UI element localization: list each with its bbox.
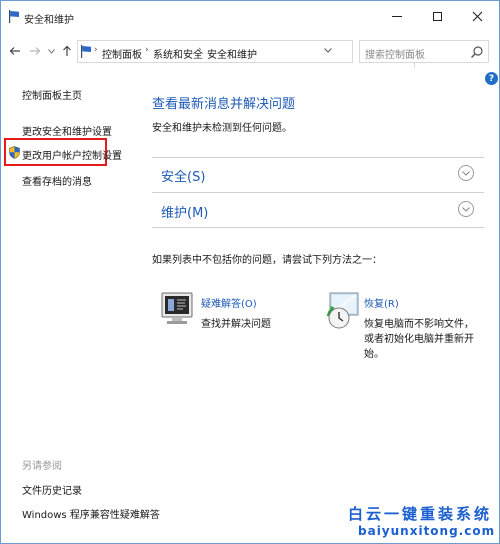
page-title: 查看最新消息并解决问题 xyxy=(152,97,296,112)
expand-maintenance-button[interactable] xyxy=(458,201,474,217)
maximize-button[interactable] xyxy=(417,1,457,31)
address-bar[interactable]: › 控制面板 › 系统和安全 › 安全和维护 xyxy=(77,40,427,68)
left-link-view-archived-messages[interactable]: 查看存档的消息 xyxy=(22,173,92,188)
left-link-file-history[interactable]: 文件历史记录 xyxy=(22,482,82,497)
watermark-logo: 白云一键重装系统 xyxy=(348,505,493,523)
title-bar: 安全和维护 xyxy=(1,1,499,31)
left-link-compat-troubleshooter[interactable]: Windows 程序兼容性疑难解答 xyxy=(22,506,160,521)
chevron-down-icon xyxy=(47,48,55,54)
search-input[interactable]: 搜索控制面板 xyxy=(359,40,489,63)
breadcrumb-security-maintenance[interactable]: 安全和维护 xyxy=(207,46,257,61)
minimize-button[interactable] xyxy=(377,1,417,31)
shield-icon xyxy=(9,146,20,159)
control-panel-window: 安全和维护 › 控制面板 › 系统和安全 › 安全和维护 搜索控制面板 ? 控制… xyxy=(0,0,500,544)
watermark-url: baiyunxitong.com xyxy=(358,524,496,538)
recovery-description: 恢复电脑而不影响文件， 或者初始化电脑并重新开 始。 xyxy=(364,317,474,362)
divider xyxy=(152,157,484,158)
forward-button[interactable] xyxy=(27,42,43,60)
chevron-down-icon xyxy=(462,170,470,176)
breadcrumb-system-security[interactable]: 系统和安全 xyxy=(153,46,203,61)
maximize-icon xyxy=(432,11,442,21)
search-placeholder: 搜索控制面板 xyxy=(365,50,425,61)
left-link-control-panel-home[interactable]: 控制面板主页 xyxy=(22,87,82,102)
recent-locations-button[interactable] xyxy=(43,42,59,60)
left-link-change-uac-settings[interactable]: 更改用户帐户控制设置 xyxy=(22,147,122,162)
recovery-description-line: 或者初始化电脑并重新开 xyxy=(364,334,474,345)
section-security-header[interactable]: 安全(S) xyxy=(161,166,205,185)
troubleshooting-icon[interactable] xyxy=(160,291,194,329)
navigation-bar: › 控制面板 › 系统和安全 › 安全和维护 搜索控制面板 xyxy=(1,36,499,68)
back-button[interactable] xyxy=(7,42,23,60)
breadcrumb-separator-icon: › xyxy=(94,45,98,55)
search-icon xyxy=(471,46,483,58)
arrow-left-icon xyxy=(9,47,20,55)
address-dropdown-button[interactable] xyxy=(324,46,332,56)
recovery-description-line: 始。 xyxy=(364,349,384,360)
up-button[interactable] xyxy=(59,42,75,60)
flag-icon xyxy=(9,10,19,23)
divider xyxy=(152,227,484,228)
expand-security-button[interactable] xyxy=(458,165,474,181)
control-panel-icon xyxy=(81,45,91,58)
status-message: 安全和维护未检测到任何问题。 xyxy=(152,123,292,134)
divider xyxy=(152,192,484,193)
help-button[interactable]: ? xyxy=(485,72,498,85)
breadcrumb-control-panel[interactable]: 控制面板 xyxy=(102,46,142,61)
hint-text: 如果列表中不包括你的问题，请尝试下列方法之一： xyxy=(152,255,382,266)
window-title: 安全和维护 xyxy=(24,15,74,26)
minimize-icon xyxy=(392,15,402,17)
chevron-down-icon xyxy=(462,206,470,212)
section-maintenance-header[interactable]: 维护(M) xyxy=(161,202,208,221)
breadcrumb-separator-icon: › xyxy=(145,45,149,55)
breadcrumb-separator-icon: › xyxy=(198,45,202,55)
arrow-up-icon xyxy=(63,45,71,56)
recovery-link[interactable]: 恢复(R) xyxy=(364,295,399,310)
troubleshooting-link[interactable]: 疑难解答(O) xyxy=(201,295,257,310)
arrow-right-icon xyxy=(30,47,41,55)
troubleshooting-description: 查找并解决问题 xyxy=(201,319,271,330)
left-link-change-security-settings[interactable]: 更改安全和维护设置 xyxy=(22,123,112,138)
close-icon xyxy=(472,11,482,21)
see-also-heading: 另请参阅 xyxy=(22,461,62,472)
recovery-icon[interactable] xyxy=(322,291,360,331)
chevron-down-icon xyxy=(324,48,332,53)
recovery-description-line: 恢复电脑而不影响文件， xyxy=(364,319,474,330)
close-button[interactable] xyxy=(457,1,497,31)
